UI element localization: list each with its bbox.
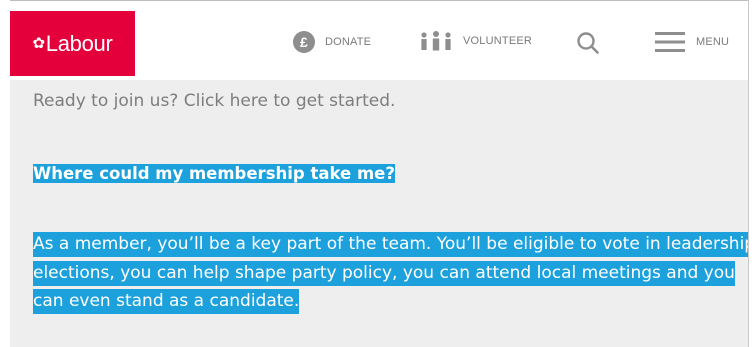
join-cta-link[interactable]: Ready to join us? Click here to get star… [33, 91, 395, 111]
page-content: Ready to join us? Click here to get star… [10, 80, 748, 347]
donate-label: DONATE [325, 36, 372, 48]
pound-icon: £ [293, 31, 315, 53]
membership-paragraph-text: As a member, you’ll be a key part of the… [33, 232, 748, 314]
rose-icon: ✿ [32, 34, 46, 52]
site-header: ✿ Labour £ DONATE VOLUNTEER MENU [10, 0, 748, 80]
donate-button[interactable]: £ DONATE [293, 31, 371, 53]
volunteer-label: VOLUNTEER [463, 35, 533, 47]
search-icon [577, 32, 599, 54]
hamburger-icon [655, 32, 685, 52]
volunteer-button[interactable]: VOLUNTEER [419, 31, 532, 51]
menu-button[interactable]: MENU [655, 31, 729, 53]
menu-label: MENU [696, 36, 730, 48]
people-icon [421, 31, 451, 51]
labour-logo[interactable]: ✿ Labour [10, 11, 135, 76]
membership-heading-text: Where could my membership take me? [33, 164, 395, 183]
logo-text: Labour [45, 30, 113, 56]
membership-heading: Where could my membership take me? [33, 162, 395, 186]
browser-viewport: ✿ Labour £ DONATE VOLUNTEER MENU Ready t… [0, 0, 749, 347]
membership-paragraph: As a member, you’ll be a key part of the… [33, 230, 748, 316]
search-button[interactable] [576, 31, 600, 55]
